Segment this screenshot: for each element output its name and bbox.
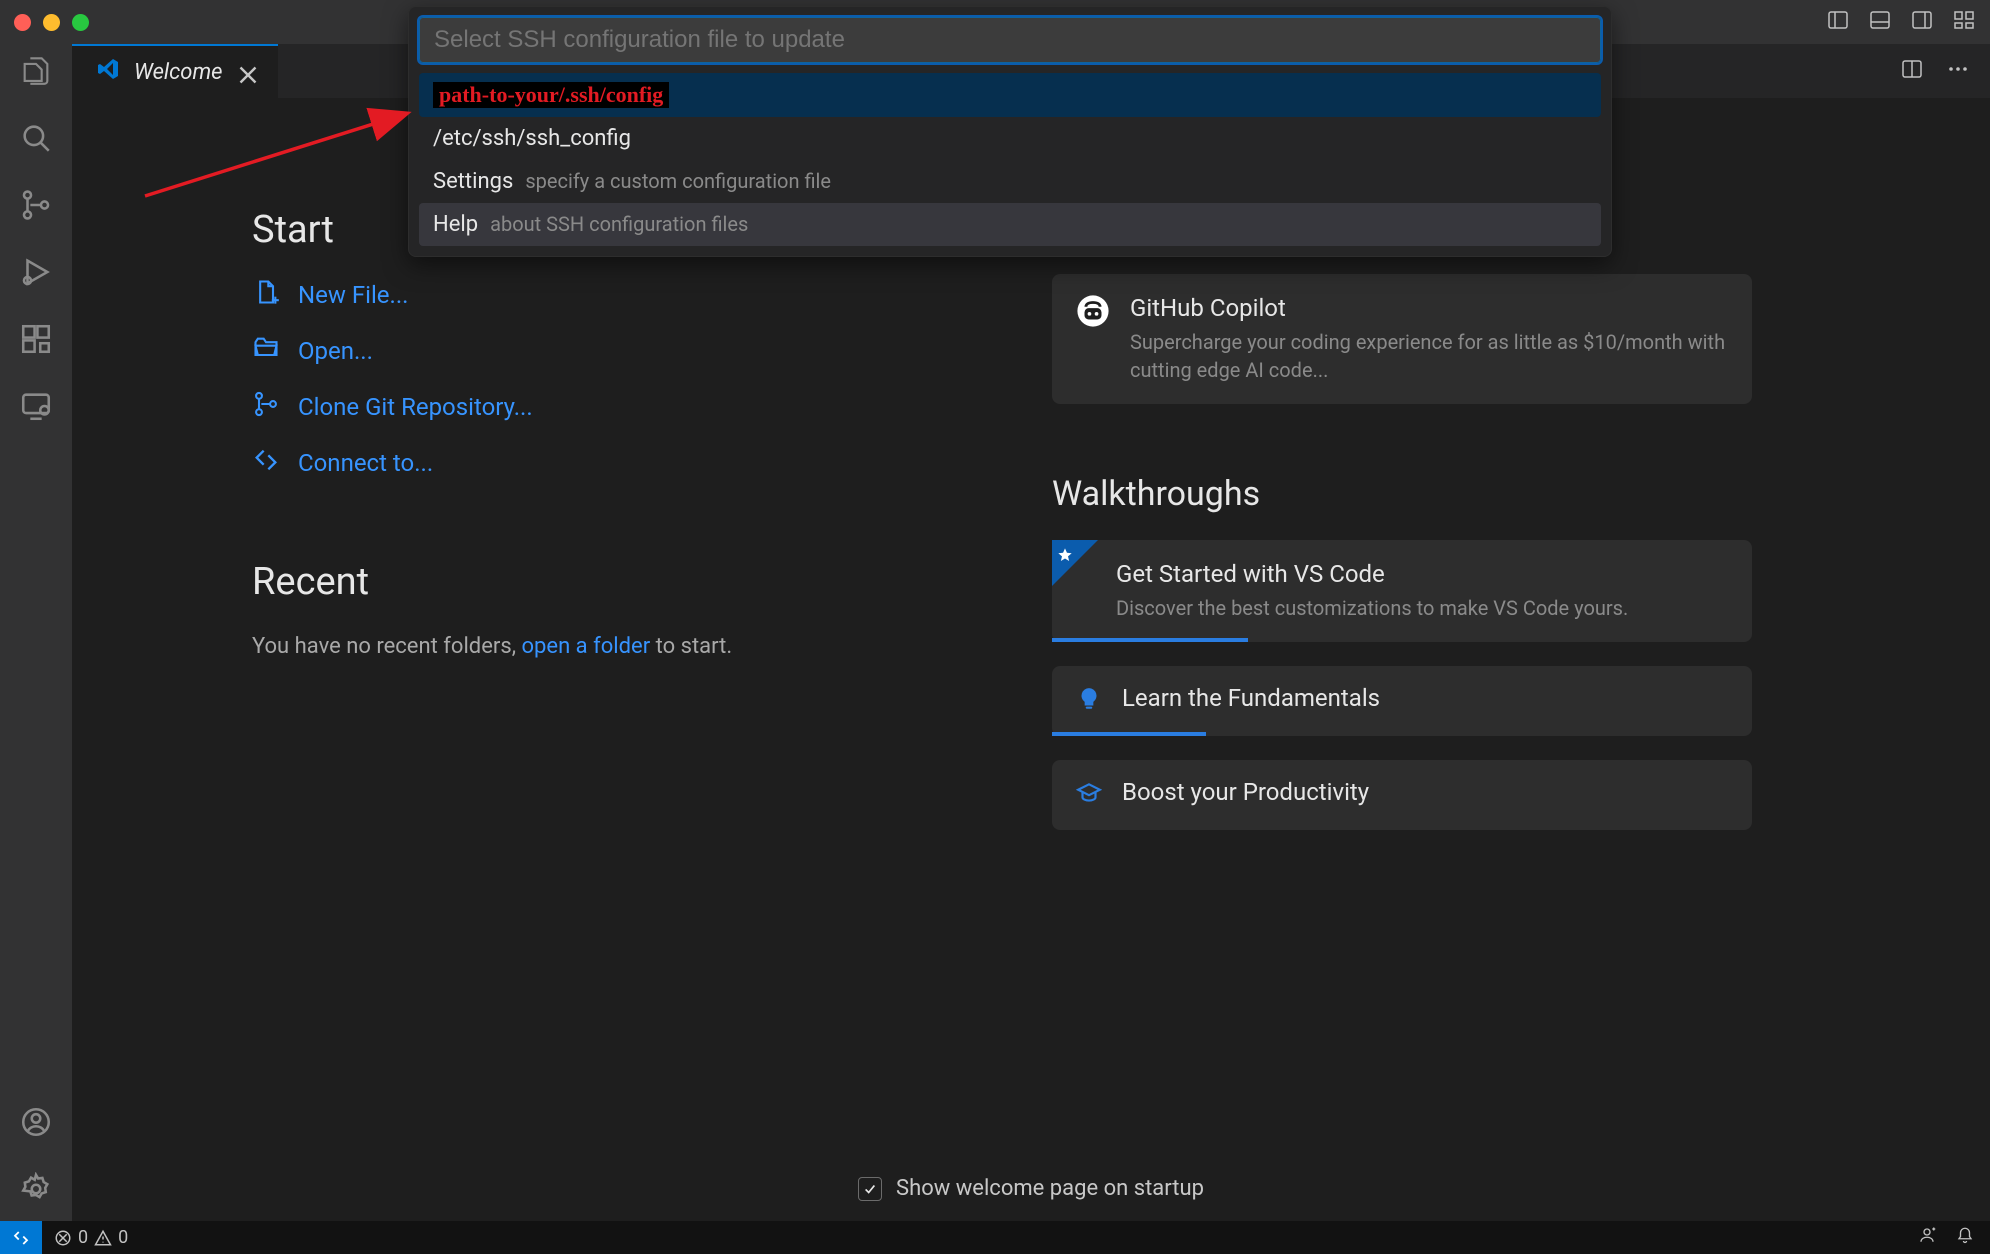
walkthrough-fundamentals[interactable]: Learn the Fundamentals xyxy=(1052,666,1752,736)
errors-count: 0 xyxy=(78,1227,88,1248)
warnings-count: 0 xyxy=(118,1227,128,1248)
accounts-icon[interactable] xyxy=(19,1105,53,1144)
panel-bottom-icon[interactable] xyxy=(1868,8,1892,37)
layout-grid-icon[interactable] xyxy=(1952,8,1976,37)
clone-repo-link[interactable]: Clone Git Repository... xyxy=(252,390,952,424)
mortarboard-icon xyxy=(1076,780,1102,811)
new-file-link[interactable]: New File... xyxy=(252,278,952,312)
panel-left-icon[interactable] xyxy=(1826,8,1850,37)
recent-text-before: You have no recent folders, xyxy=(252,634,516,659)
option-label: /etc/ssh/ssh_config xyxy=(433,126,631,151)
feedback-icon[interactable] xyxy=(1918,1226,1936,1249)
card-title: GitHub Copilot xyxy=(1130,294,1728,322)
folder-open-icon xyxy=(252,334,280,368)
split-editor-icon[interactable] xyxy=(1900,57,1924,86)
link-label: Clone Git Repository... xyxy=(298,393,533,421)
recent-heading: Recent xyxy=(252,560,952,604)
ssh-config-option-user[interactable]: path-to-your/.ssh/config xyxy=(419,73,1601,117)
annotation-arrow xyxy=(135,100,425,215)
show-welcome-checkbox[interactable] xyxy=(858,1177,882,1201)
source-control-icon[interactable] xyxy=(19,188,53,227)
open-folder-link[interactable]: open a folder xyxy=(522,634,651,659)
progress-bar xyxy=(1052,638,1248,642)
lightbulb-icon xyxy=(1076,686,1102,717)
ssh-config-option-system[interactable]: /etc/ssh/ssh_config xyxy=(419,117,1601,160)
more-actions-icon[interactable] xyxy=(1946,57,1970,86)
link-label: New File... xyxy=(298,281,408,309)
window-controls xyxy=(14,14,89,31)
card-title: Get Started with VS Code xyxy=(1116,560,1628,588)
close-tab-icon[interactable] xyxy=(236,63,254,81)
checkbox-label: Show welcome page on startup xyxy=(896,1176,1204,1201)
walkthrough-productivity[interactable]: Boost your Productivity xyxy=(1052,760,1752,830)
ssh-config-option-settings[interactable]: Settings specify a custom configuration … xyxy=(419,160,1601,203)
open-link[interactable]: Open... xyxy=(252,334,952,368)
ssh-config-option-help[interactable]: Help about SSH configuration files xyxy=(419,203,1601,246)
option-label: Settings xyxy=(433,169,513,194)
link-label: Connect to... xyxy=(298,449,433,477)
welcome-page: Start New File... Open... Clone Git Repo… xyxy=(72,98,1990,1221)
card-title: Learn the Fundamentals xyxy=(1122,684,1380,712)
link-label: Open... xyxy=(298,337,373,365)
recent-empty-text: You have no recent folders, open a folde… xyxy=(252,630,952,663)
status-bar: 0 0 xyxy=(0,1221,1990,1254)
quick-input-palette: path-to-your/.ssh/config /etc/ssh/ssh_co… xyxy=(408,6,1612,257)
card-description: Discover the best customizations to make… xyxy=(1116,594,1628,622)
remote-indicator[interactable] xyxy=(0,1221,42,1254)
card-title: Boost your Productivity xyxy=(1122,778,1369,806)
option-hint: specify a custom configuration file xyxy=(525,169,831,193)
connect-to-link[interactable]: Connect to... xyxy=(252,446,952,480)
settings-gear-icon[interactable] xyxy=(19,1172,53,1211)
recent-text-after: to start. xyxy=(650,634,732,659)
redacted-path: path-to-your/.ssh/config xyxy=(433,82,669,108)
card-description: Supercharge your coding experience for a… xyxy=(1130,328,1728,384)
tab-label: Welcome xyxy=(134,60,222,85)
remote-connect-icon xyxy=(252,446,280,480)
tab-welcome[interactable]: Welcome xyxy=(72,44,278,98)
option-hint: about SSH configuration files xyxy=(490,212,748,236)
notifications-icon[interactable] xyxy=(1956,1226,1974,1249)
git-clone-icon xyxy=(252,390,280,424)
new-file-icon xyxy=(252,278,280,312)
progress-bar xyxy=(1052,732,1206,736)
extensions-icon[interactable] xyxy=(19,322,53,361)
walkthrough-get-started[interactable]: Get Started with VS Code Discover the be… xyxy=(1052,540,1752,642)
run-debug-icon[interactable] xyxy=(19,255,53,294)
quick-input-field[interactable] xyxy=(419,17,1601,63)
search-icon[interactable] xyxy=(19,121,53,160)
close-window-button[interactable] xyxy=(14,14,31,31)
recommended-card-copilot[interactable]: GitHub Copilot Supercharge your coding e… xyxy=(1052,274,1752,404)
title-bar-right xyxy=(1826,8,1976,37)
star-icon xyxy=(1057,544,1073,568)
option-label: Help xyxy=(433,212,478,237)
explorer-icon[interactable] xyxy=(19,54,53,93)
activity-bar xyxy=(0,44,72,1221)
welcome-footer: Show welcome page on startup xyxy=(72,1176,1990,1201)
minimize-window-button[interactable] xyxy=(43,14,60,31)
remote-explorer-icon[interactable] xyxy=(19,389,53,428)
maximize-window-button[interactable] xyxy=(72,14,89,31)
problems-status[interactable]: 0 0 xyxy=(42,1227,140,1248)
panel-right-icon[interactable] xyxy=(1910,8,1934,37)
copilot-icon xyxy=(1076,294,1110,333)
walkthroughs-heading: Walkthroughs xyxy=(1052,474,1752,514)
vscode-icon xyxy=(96,57,120,87)
